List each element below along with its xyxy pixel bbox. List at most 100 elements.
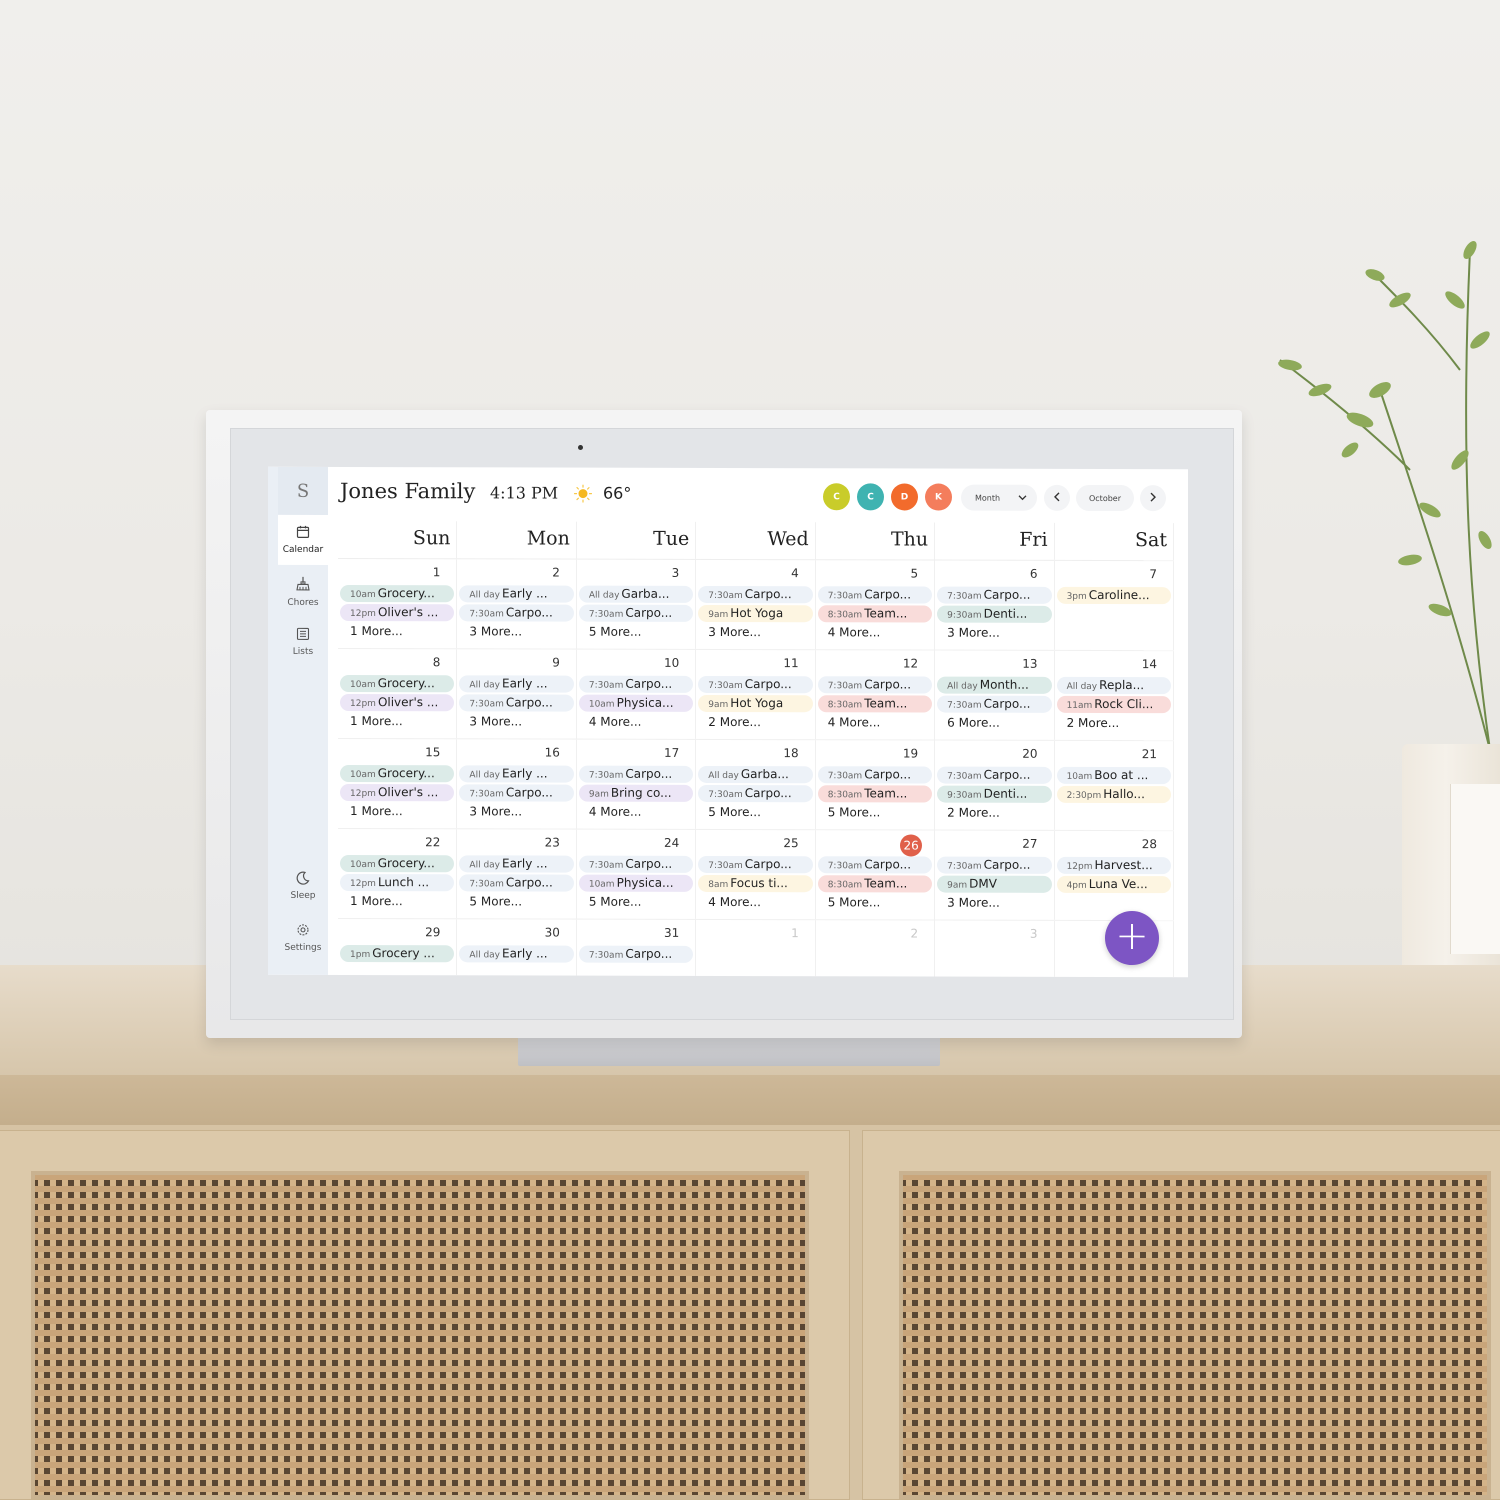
more-events-link[interactable]: 4 More... <box>698 894 812 911</box>
event-pill[interactable]: 7:30am Carpo... <box>578 675 694 693</box>
event-pill[interactable]: 7:30am Carpo... <box>459 604 574 622</box>
event-pill[interactable]: 8:30am Team... <box>817 695 933 713</box>
event-pill[interactable]: 7:30am Carpo... <box>459 874 574 892</box>
month-label[interactable]: October <box>1076 484 1134 512</box>
event-pill[interactable]: All day Early ... <box>459 765 574 783</box>
more-events-link[interactable]: 2 More... <box>1057 715 1171 732</box>
event-pill[interactable]: 7:30am Carpo... <box>578 604 694 622</box>
more-events-link[interactable]: 5 More... <box>459 893 573 910</box>
day-cell[interactable]: 9 All day Early ... 7:30am Carpo... 3 More... <box>457 649 577 739</box>
event-pill[interactable]: 7:30am Carpo... <box>459 784 574 802</box>
view-select[interactable]: Month <box>961 484 1037 511</box>
event-pill[interactable]: 12pm Oliver's ... <box>340 693 455 712</box>
more-events-link[interactable]: 3 More... <box>698 624 812 641</box>
event-pill[interactable]: 10am Grocery... <box>340 674 455 693</box>
more-events-link[interactable]: 4 More... <box>818 714 932 731</box>
add-event-button[interactable]: + <box>1105 910 1159 966</box>
more-events-link[interactable]: 1 More... <box>340 623 454 640</box>
event-pill[interactable]: 9am Bring co... <box>578 784 694 802</box>
day-cell[interactable]: 8 10am Grocery... 12pm Oliver's ... 1 More... <box>338 648 458 739</box>
more-events-link[interactable]: 1 More... <box>340 803 454 820</box>
event-pill[interactable]: 7:30am Carpo... <box>698 675 813 694</box>
day-cell[interactable]: 20 7:30am Carpo... 9:30am Denti... 2 More... <box>935 740 1055 830</box>
event-pill[interactable]: 7:30am Carpo... <box>937 695 1052 713</box>
event-pill[interactable]: All day Garba... <box>578 585 694 603</box>
day-cell[interactable]: 3 All day Garba... 7:30am Carpo... 5 More... <box>576 559 697 649</box>
event-pill[interactable]: All day Early ... <box>459 585 574 603</box>
event-pill[interactable]: 9am Hot Yoga <box>698 694 813 713</box>
day-cell[interactable]: 2 <box>815 920 936 978</box>
event-pill[interactable]: 3pm Caroline... <box>1056 586 1171 605</box>
event-pill[interactable]: 10am Grocery... <box>340 584 455 603</box>
profile-avatar[interactable]: C <box>823 483 850 511</box>
profile-avatar[interactable]: C <box>857 483 884 511</box>
day-cell[interactable]: 26 7:30am Carpo... 8:30am Team... 5 More... <box>815 830 936 920</box>
day-cell[interactable]: 31 7:30am Carpo... <box>576 919 697 978</box>
day-cell[interactable]: 16 All day Early ... 7:30am Carpo... 3 More..… <box>457 739 577 829</box>
day-cell[interactable]: 10 7:30am Carpo... 10am Physica... 4 More... <box>576 649 697 739</box>
event-pill[interactable]: All day Early ... <box>459 855 574 873</box>
event-pill[interactable]: 7:30am Carpo... <box>698 784 813 803</box>
event-pill[interactable]: 1pm Grocery ... <box>340 944 455 963</box>
more-events-link[interactable]: 3 More... <box>459 803 573 820</box>
event-pill[interactable]: 7:30am Carpo... <box>578 855 694 873</box>
next-month-button[interactable] <box>1140 485 1166 512</box>
more-events-link[interactable]: 1 More... <box>340 893 454 910</box>
event-pill[interactable]: All day Early ... <box>459 675 574 693</box>
event-pill[interactable]: 2:30pm Hallo... <box>1056 785 1171 804</box>
sidebar-item-chores[interactable]: Chores <box>278 567 328 617</box>
event-pill[interactable]: 7:30am Carpo... <box>937 586 1052 604</box>
event-pill[interactable]: 9am DMV <box>937 875 1052 893</box>
more-events-link[interactable]: 4 More... <box>579 804 693 821</box>
event-pill[interactable]: 7:30am Carpo... <box>817 586 933 604</box>
day-cell[interactable]: 7 3pm Caroline... <box>1054 560 1174 651</box>
day-cell[interactable]: 24 7:30am Carpo... 10am Physica... 5 More... <box>576 829 697 919</box>
sidebar-item-sleep[interactable]: Sleep <box>278 861 328 911</box>
event-pill[interactable]: 9:30am Denti... <box>937 785 1052 803</box>
profile-avatar[interactable]: D <box>891 483 918 511</box>
more-events-link[interactable]: 3 More... <box>937 895 1051 912</box>
event-pill[interactable]: 7:30am Carpo... <box>817 676 933 694</box>
more-events-link[interactable]: 6 More... <box>937 715 1051 732</box>
event-pill[interactable]: 11am Rock Cli... <box>1056 695 1171 714</box>
more-events-link[interactable]: 1 More... <box>340 713 454 730</box>
day-cell[interactable]: 4 7:30am Carpo... 9am Hot Yoga 3 More... <box>696 559 816 650</box>
more-events-link[interactable]: 5 More... <box>818 804 932 821</box>
more-events-link[interactable]: 4 More... <box>579 714 693 731</box>
event-pill[interactable]: 12pm Harvest... <box>1056 856 1171 875</box>
day-cell[interactable]: 6 7:30am Carpo... 9:30am Denti... 3 More... <box>935 560 1055 650</box>
event-pill[interactable]: 10am Boo at ... <box>1056 766 1171 785</box>
day-cell[interactable]: 1 <box>696 919 816 978</box>
event-pill[interactable]: 8:30am Team... <box>817 605 933 623</box>
event-pill[interactable]: 7:30am Carpo... <box>698 855 813 874</box>
day-cell[interactable]: 22 10am Grocery... 12pm Lunch ... 1 More... <box>338 828 458 919</box>
event-pill[interactable]: 12pm Oliver's ... <box>340 783 455 802</box>
event-pill[interactable]: 9:30am Denti... <box>937 605 1052 623</box>
day-cell[interactable]: 18 All day Garba... 7:30am Carpo... 5 More... <box>696 739 816 830</box>
day-cell[interactable]: 21 10am Boo at ... 2:30pm Hallo... <box>1054 740 1174 831</box>
more-events-link[interactable]: 3 More... <box>459 623 573 640</box>
event-pill[interactable]: All day Month... <box>937 676 1052 694</box>
sidebar-item-lists[interactable]: Lists <box>278 617 328 667</box>
day-cell[interactable]: 17 7:30am Carpo... 9am Bring co... 4 More... <box>576 739 697 829</box>
event-pill[interactable]: 7:30am Carpo... <box>459 694 574 712</box>
sidebar-item-calendar[interactable]: Calendar <box>278 514 328 565</box>
event-pill[interactable]: All day Repla... <box>1056 676 1171 695</box>
event-pill[interactable]: 10am Grocery... <box>340 854 455 873</box>
more-events-link[interactable]: 2 More... <box>937 805 1051 822</box>
more-events-link[interactable]: 5 More... <box>579 624 693 641</box>
event-pill[interactable]: 8:30am Team... <box>817 785 933 803</box>
event-pill[interactable]: 7:30am Carpo... <box>578 945 694 963</box>
day-cell[interactable]: 25 7:30am Carpo... 8am Focus ti... 4 More... <box>696 829 816 920</box>
more-events-link[interactable]: 5 More... <box>579 894 693 911</box>
app-logo[interactable]: S <box>278 466 328 515</box>
day-cell[interactable]: 2 All day Early ... 7:30am Carpo... 3 More... <box>457 559 577 649</box>
event-pill[interactable]: 7:30am Carpo... <box>578 765 694 783</box>
event-pill[interactable]: 12pm Lunch ... <box>340 873 455 892</box>
sidebar-item-settings[interactable]: Settings <box>278 913 328 963</box>
day-cell[interactable]: 27 7:30am Carpo... 9am DMV 3 More... <box>935 830 1055 920</box>
more-events-link[interactable]: 2 More... <box>698 714 812 731</box>
day-cell[interactable]: 5 7:30am Carpo... 8:30am Team... 4 More... <box>815 560 936 650</box>
day-cell[interactable]: 15 10am Grocery... 12pm Oliver's ... 1 More..… <box>338 738 458 829</box>
more-events-link[interactable]: 3 More... <box>937 625 1051 642</box>
